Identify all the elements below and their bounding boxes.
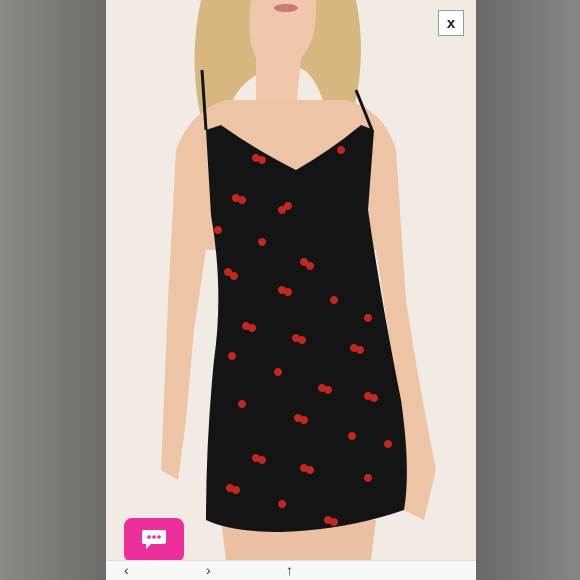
product-image	[106, 0, 476, 560]
blurred-background-right	[476, 0, 580, 580]
chat-bubble-icon	[142, 530, 166, 549]
product-photo	[106, 0, 476, 560]
forward-arrow-icon[interactable]: ›	[206, 563, 211, 577]
close-button-label: x	[446, 14, 456, 32]
close-button[interactable]: x	[438, 10, 464, 36]
share-icon[interactable]: ↑	[286, 563, 293, 577]
blurred-background-left	[0, 0, 106, 580]
chat-button[interactable]	[124, 518, 184, 562]
back-arrow-icon[interactable]: ‹	[124, 563, 129, 577]
bottom-toolbar: ‹ › ↑	[106, 560, 476, 580]
